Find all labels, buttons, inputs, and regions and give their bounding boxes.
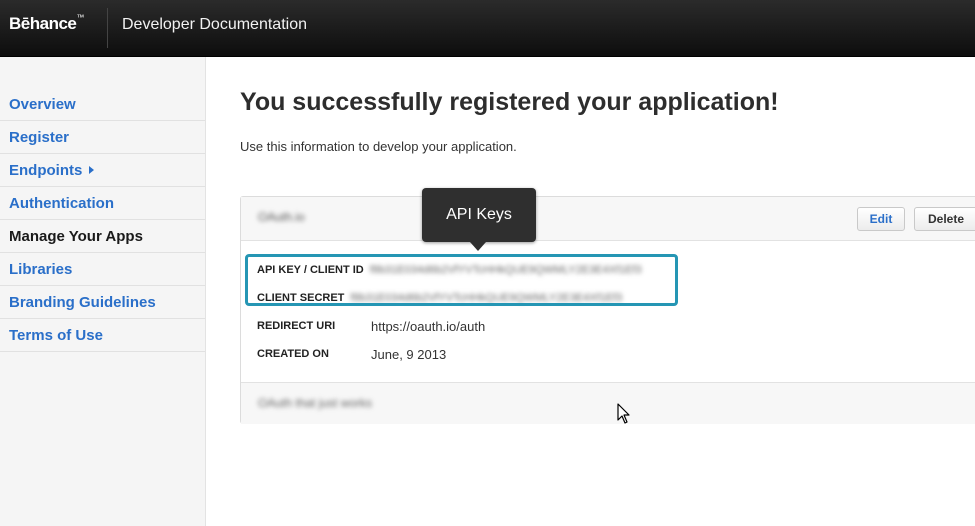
app-card-footer: OAuth that just works <box>241 382 975 424</box>
sidebar-item-label: Register <box>9 128 70 146</box>
app-card: OAuth.io Edit Delete API KEY / CLIENT ID… <box>240 196 975 424</box>
sidebar-item-label: Endpoints <box>9 161 83 179</box>
sidebar-item-overview[interactable]: Overview <box>0 88 205 121</box>
sidebar-item-label: Overview <box>9 95 76 113</box>
redirect-uri-value[interactable]: https://oauth.io/auth <box>371 319 485 334</box>
created-on-label: CREATED ON <box>257 348 329 360</box>
page-subtitle: Use this information to develop your app… <box>240 139 517 154</box>
top-bar: Bēhance™ Developer Documentation <box>0 0 975 57</box>
site-title[interactable]: Developer Documentation <box>122 16 307 34</box>
app-card-header: OAuth.io Edit Delete <box>241 197 975 241</box>
created-on-value: June, 9 2013 <box>371 346 447 362</box>
sidebar-item-terms-of-use[interactable]: Terms of Use <box>0 319 205 352</box>
tooltip-tail <box>470 242 486 251</box>
behance-logo[interactable]: Bēhance™ <box>9 13 84 34</box>
sidebar-item-label: Terms of Use <box>9 326 103 344</box>
sidebar-item-libraries[interactable]: Libraries <box>0 253 205 286</box>
sidebar-item-register[interactable]: Register <box>0 121 205 154</box>
sidebar-item-label: Authentication <box>9 194 114 212</box>
sidebar-item-branding-guidelines[interactable]: Branding Guidelines <box>0 286 205 319</box>
delete-button[interactable]: Delete <box>914 207 975 231</box>
sidebar-item-label: Branding Guidelines <box>9 293 156 311</box>
logo-text: Bēhance <box>9 14 77 33</box>
sidebar-item-label: Libraries <box>9 260 73 278</box>
sidebar-item-manage-your-apps[interactable]: Manage Your Apps <box>0 220 205 253</box>
edit-button[interactable]: Edit <box>857 207 905 231</box>
sidebar-item-endpoints[interactable]: Endpoints <box>0 154 205 187</box>
caret-right-icon <box>89 166 95 174</box>
sidebar-item-label: Manage Your Apps <box>9 227 143 245</box>
tooltip-label: API Keys <box>446 206 512 223</box>
redirect-uri-row: REDIRECT URI https://oauth.io/auth <box>257 316 485 336</box>
api-keys-tooltip: API Keys <box>422 188 536 242</box>
header-divider <box>107 8 108 48</box>
logo-tm: ™ <box>76 13 84 23</box>
mouse-cursor-icon <box>617 403 630 424</box>
app-name: OAuth.io <box>258 210 305 224</box>
redirect-uri-label: REDIRECT URI <box>257 320 336 332</box>
sidebar: Overview Register Endpoints Authenticati… <box>0 57 206 526</box>
page-title: You successfully registered your applica… <box>240 88 779 116</box>
api-keys-highlight <box>245 254 678 306</box>
created-on-row: CREATED ON June, 9 2013 <box>257 344 446 364</box>
sidebar-nav: Overview Register Endpoints Authenticati… <box>0 88 205 352</box>
app-description: OAuth that just works <box>258 396 373 410</box>
sidebar-item-authentication[interactable]: Authentication <box>0 187 205 220</box>
